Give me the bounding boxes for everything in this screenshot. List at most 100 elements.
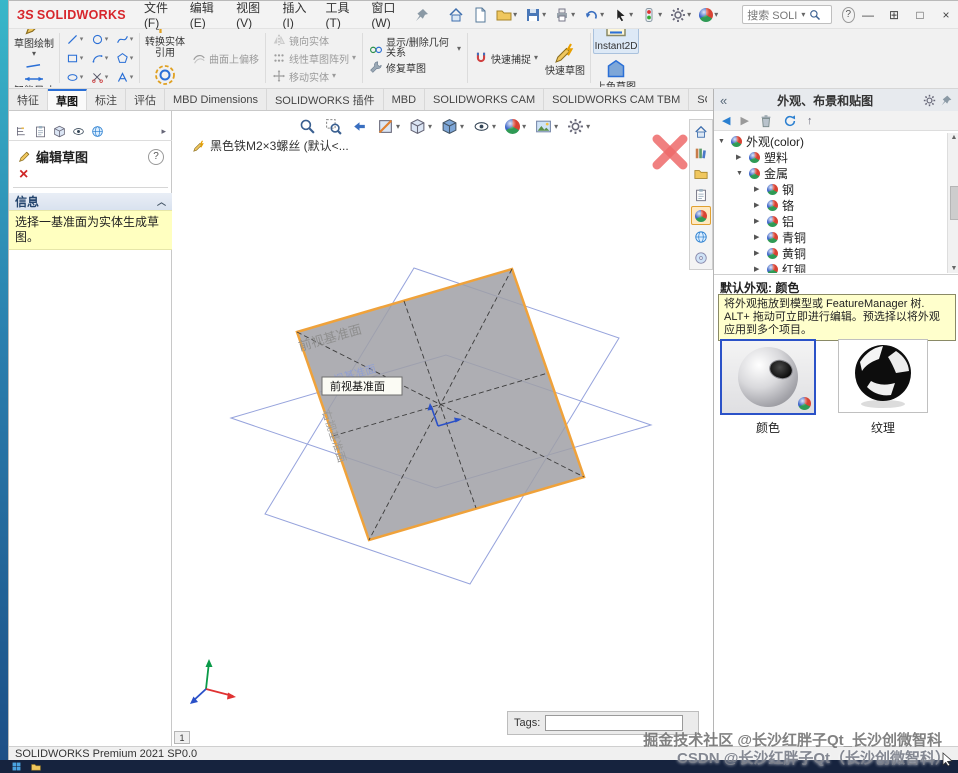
featuremanager-tab-icon[interactable] (15, 125, 28, 138)
circle-icon[interactable] (87, 30, 112, 49)
zoom-fit-icon[interactable] (298, 117, 317, 136)
hide-show-items-icon[interactable]: ▾ (472, 117, 497, 136)
forum-tab-icon[interactable] (691, 248, 711, 267)
tab-evaluate[interactable]: 评估 (126, 89, 165, 110)
layout-button[interactable]: ⊞ (881, 4, 907, 26)
tab-mbd[interactable]: MBD (384, 89, 426, 110)
expander-icon[interactable] (754, 233, 763, 241)
tree-item-bronze[interactable]: 青铜 (714, 229, 947, 245)
instant2d-button[interactable]: Instant2D (593, 29, 640, 54)
expander-icon[interactable] (718, 138, 727, 145)
display-style-icon[interactable]: ▾ (440, 117, 465, 136)
resources-tab-icon[interactable] (691, 122, 711, 141)
options-gear-icon[interactable]: ▾ (668, 5, 693, 25)
tree-item-chrome[interactable]: 铬 (714, 197, 947, 213)
tab-mbd-dimensions[interactable]: MBD Dimensions (165, 89, 267, 110)
taskbar-folder-icon[interactable] (31, 762, 41, 772)
file-explorer-tab-icon[interactable] (691, 164, 711, 183)
edit-appearance-hud-icon[interactable]: ▾ (504, 118, 527, 135)
tab-solidworks-cam-tbm[interactable]: SOLIDWORKS CAM TBM (544, 89, 690, 110)
new-document-icon[interactable] (470, 5, 490, 25)
task-pane-pin-icon[interactable] (940, 94, 953, 107)
collapse-group-icon[interactable]: ︿ (157, 195, 166, 208)
repair-sketch-button[interactable]: 修复草图 (365, 58, 465, 76)
texture-appearance-thumbnail[interactable] (838, 339, 928, 413)
tree-item-appearances[interactable]: 外观(color) (714, 133, 947, 149)
ellipse-icon[interactable] (62, 68, 87, 87)
trim-entities-icon[interactable] (87, 68, 112, 87)
up-folder-icon[interactable]: ↑ (807, 115, 813, 127)
apply-scene-icon[interactable]: ▾ (534, 117, 559, 136)
tree-item-plastic[interactable]: 塑料 (714, 149, 947, 165)
open-icon[interactable]: ▾ (494, 5, 519, 25)
display-delete-relations-button[interactable]: 显示/删除几何关系 ▾ (365, 39, 465, 59)
shaded-sketch-contours-button[interactable]: 上色草图轮廓 (593, 54, 639, 87)
close-button[interactable]: × (933, 4, 958, 26)
tab-solidworks-addins[interactable]: SOLIDWORKS 插件 (267, 89, 384, 110)
previous-view-icon[interactable] (350, 117, 369, 136)
tree-item-brass[interactable]: 黄铜 (714, 245, 947, 261)
expander-icon[interactable] (736, 170, 745, 177)
message-group-header[interactable]: 信息 ︿ (9, 193, 172, 210)
design-library-tab-icon[interactable] (691, 143, 711, 162)
tree-item-aluminum[interactable]: 铝 (714, 213, 947, 229)
search-icon[interactable] (809, 9, 821, 21)
sketch-button[interactable]: 草图绘制 (11, 29, 57, 58)
confirmation-corner-cancel[interactable] (649, 131, 691, 173)
tab-markup[interactable]: 标注 (87, 89, 126, 110)
minimize-button[interactable]: — (855, 4, 881, 26)
task-pane-gear-icon[interactable] (923, 94, 936, 107)
refresh-icon[interactable] (783, 114, 797, 128)
expander-icon[interactable] (754, 217, 763, 225)
custom-properties-tab-icon[interactable] (691, 227, 711, 246)
view-settings-icon[interactable]: ▾ (566, 117, 591, 136)
tab-solidworks-cam[interactable]: SOLIDWORKS CAM (425, 89, 545, 110)
collapse-panel-icon[interactable]: « (720, 93, 727, 108)
linear-sketch-pattern-button[interactable]: 线性草图阵列 ▾ (268, 49, 360, 67)
rapid-sketch-button[interactable]: 快速草图 (542, 38, 588, 78)
rectangle-icon[interactable] (62, 49, 87, 68)
displaymanager-tab-icon[interactable] (91, 125, 104, 138)
save-icon[interactable]: ▾ (523, 5, 548, 25)
tab-solidworks-inspection[interactable]: SOLIDWORKS Inspection (689, 89, 707, 110)
graphics-area[interactable]: 前视基准面 上视基准面 右视基准面 前视基准面 (172, 111, 713, 746)
zoom-area-icon[interactable] (324, 117, 343, 136)
tab-sketch[interactable]: 草图 (48, 89, 87, 110)
color-appearance-thumbnail[interactable] (720, 339, 816, 415)
maximize-button[interactable]: □ (907, 4, 933, 26)
tab-features[interactable]: 特征 (9, 89, 48, 110)
dimxpertmanager-tab-icon[interactable] (72, 125, 85, 138)
expander-icon[interactable] (754, 185, 763, 193)
forward-icon[interactable]: ▶ (740, 114, 748, 127)
view-palette-tab-icon[interactable] (691, 185, 711, 204)
view-orientation-icon[interactable]: ▾ (408, 117, 433, 136)
polygon-icon[interactable] (112, 49, 137, 68)
expander-icon[interactable] (754, 249, 763, 257)
pm-help-button[interactable]: ? (148, 148, 164, 165)
tab-overflow-icon[interactable]: ▸ (161, 126, 166, 137)
offset-on-surface-button[interactable]: 曲面上偏移 (188, 49, 263, 67)
graphics-viewport[interactable]: 前视基准面 上视基准面 右视基准面 前视基准面 (172, 111, 713, 746)
move-entities-button[interactable]: 移动实体 ▾ (268, 67, 360, 85)
delete-appearance-icon[interactable] (759, 114, 773, 128)
help-button[interactable]: ? (841, 6, 855, 23)
arc-icon[interactable] (87, 49, 112, 68)
offset-entities-button[interactable]: 等距实体 (142, 60, 188, 87)
section-view-icon[interactable]: ▾ (376, 117, 401, 136)
scrollbar-thumb[interactable] (949, 186, 958, 220)
undo-icon[interactable]: ▾ (581, 5, 606, 25)
smart-dimension-button[interactable]: 智能尺寸 (11, 58, 57, 87)
appearances-tab-icon[interactable] (691, 206, 711, 225)
propertymanager-tab-icon[interactable] (34, 125, 47, 138)
convert-entities-button[interactable]: 转换实体引用 (142, 29, 188, 60)
home-icon[interactable] (446, 5, 466, 25)
configurationmanager-tab-icon[interactable] (53, 125, 66, 138)
print-icon[interactable]: ▾ (552, 5, 577, 25)
mirror-entities-button[interactable]: 镜向实体 (268, 31, 360, 49)
tree-scrollbar[interactable]: ▲ ▼ (947, 133, 958, 273)
expander-icon[interactable] (736, 153, 745, 161)
line-icon[interactable] (62, 30, 87, 49)
spline-icon[interactable] (112, 30, 137, 49)
tree-item-metal[interactable]: 金属 (714, 165, 947, 181)
menu-pin-icon[interactable] (412, 5, 432, 25)
